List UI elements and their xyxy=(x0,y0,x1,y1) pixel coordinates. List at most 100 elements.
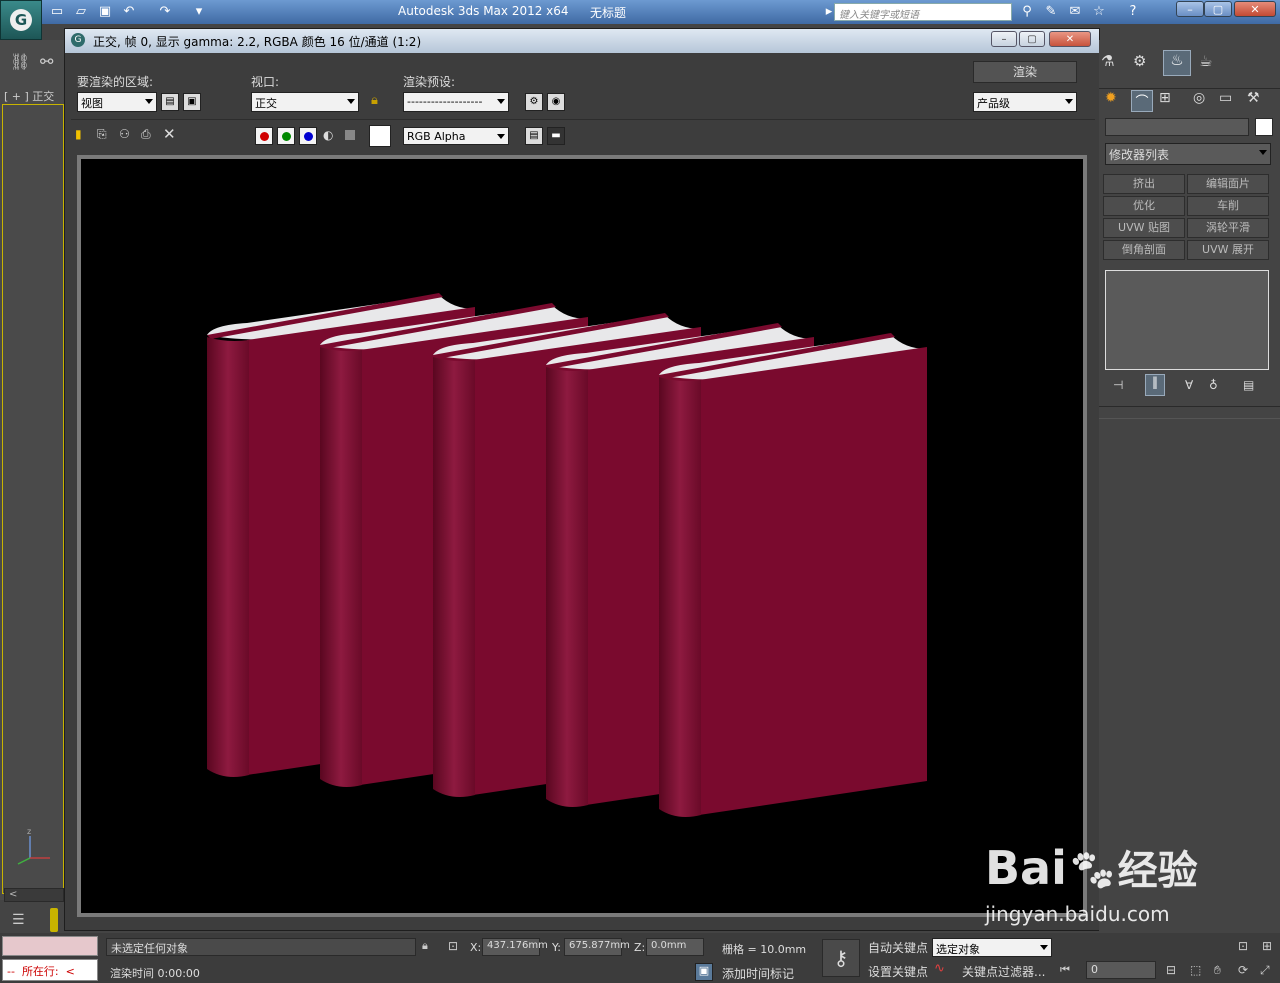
make-unique-icon[interactable]: ∀ xyxy=(1185,378,1201,394)
render-window-close-button[interactable]: ✕ xyxy=(1049,31,1091,47)
favorites-star-icon[interactable]: ☆ xyxy=(1090,3,1108,21)
help-icon[interactable]: ? xyxy=(1124,3,1142,21)
modifier-list-dropdown[interactable]: 修改器列表 xyxy=(1105,143,1271,165)
maxscript-mini-listener[interactable]: -- 所在行: < xyxy=(2,959,98,981)
blue-channel-toggle[interactable] xyxy=(299,127,317,145)
set-keys-key-icon[interactable]: ⚷ xyxy=(822,939,860,977)
environment-effects-icon[interactable]: ◉ xyxy=(547,93,565,111)
render-window-minimize-button[interactable]: – xyxy=(991,31,1017,47)
close-button[interactable]: ✕ xyxy=(1234,1,1276,17)
render-setup-icon[interactable]: ⚙ xyxy=(525,93,543,111)
z-coord-field[interactable]: 0.0mm xyxy=(646,938,704,956)
render-production-icon[interactable]: ♨ xyxy=(1163,50,1191,76)
render-setup-teapot-icon[interactable]: ⚙ xyxy=(1133,52,1155,74)
y-coord-field[interactable]: 675.877mm xyxy=(564,938,630,956)
zoom-region-icon[interactable]: ⊡ xyxy=(1238,939,1254,955)
red-channel-toggle[interactable] xyxy=(255,127,273,145)
display-panel-icon[interactable]: ▭ xyxy=(1219,90,1237,108)
maximize-button[interactable]: ▢ xyxy=(1204,1,1232,17)
configure-modifier-sets-icon[interactable]: ▤ xyxy=(1243,378,1259,394)
render-window-maximize-button[interactable]: ▢ xyxy=(1019,31,1045,47)
save-icon[interactable]: ▣ xyxy=(96,3,114,21)
zoom-all-icon[interactable]: ⊞ xyxy=(1262,939,1278,955)
binoculars-icon[interactable]: ⚲ xyxy=(1018,3,1036,21)
current-frame-field[interactable]: 0 xyxy=(1086,961,1156,979)
monochrome-icon[interactable] xyxy=(345,130,355,140)
search-input[interactable]: 键入关键字或短语 xyxy=(834,3,1012,21)
object-name-field[interactable] xyxy=(1105,118,1249,136)
mini-curve-editor-icon[interactable]: ☰ xyxy=(12,912,34,932)
quality-dropdown[interactable]: 产品级 xyxy=(973,92,1077,112)
pin-stack-icon[interactable]: ⊣ xyxy=(1113,378,1129,394)
curve-icon[interactable]: ∿ xyxy=(934,961,954,979)
viewport-dropdown[interactable]: 正交 xyxy=(251,92,359,112)
lock-icon[interactable]: 🔒︎ xyxy=(371,93,387,111)
modifier-button-edit-patch[interactable]: 编辑面片 xyxy=(1187,174,1269,194)
new-file-icon[interactable]: ▭ xyxy=(48,3,66,21)
time-slider-left-arrow[interactable]: < xyxy=(4,888,64,902)
time-config-icon[interactable]: ⊟ xyxy=(1166,963,1182,979)
area-to-render-dropdown[interactable]: 视图 xyxy=(77,92,157,112)
object-color-swatch[interactable] xyxy=(1255,118,1273,136)
go-to-start-icon[interactable]: ⏮ xyxy=(1060,963,1078,979)
selection-lock-icon[interactable]: 🔒︎ xyxy=(422,939,436,953)
modifier-button-lathe[interactable]: 车削 xyxy=(1187,196,1269,216)
redo-icon[interactable]: ↷ xyxy=(156,3,174,21)
utilities-panel-icon[interactable]: ⚒ xyxy=(1247,90,1265,108)
swatch-color-box[interactable] xyxy=(369,125,391,147)
orbit-icon[interactable]: ⟳ xyxy=(1238,963,1254,979)
customize-arrow-icon[interactable]: ▾ xyxy=(190,3,208,21)
time-tag-icon[interactable]: ▣ xyxy=(695,963,713,981)
show-end-result-icon[interactable]: ‖ xyxy=(1145,374,1165,396)
copy-image-icon[interactable]: ⎘ xyxy=(97,127,113,143)
clear-icon[interactable]: ✕ xyxy=(163,125,179,143)
edit-region-icon[interactable]: ▤ xyxy=(161,93,179,111)
hierarchy-panel-icon[interactable]: ⊞ xyxy=(1159,90,1177,108)
modifier-button-turbosmooth[interactable]: 涡轮平滑 xyxy=(1187,218,1269,238)
modifier-button-unwrap-uvw[interactable]: UVW 展开 xyxy=(1187,240,1269,260)
toggle-ui-overlay-icon[interactable]: ▤ xyxy=(525,127,543,145)
modifier-button-extrude[interactable]: 挤出 xyxy=(1103,174,1185,194)
motion-panel-icon[interactable]: ◎ xyxy=(1193,90,1211,108)
create-panel-icon[interactable]: ✹ xyxy=(1105,90,1123,108)
minimize-button[interactable]: – xyxy=(1176,1,1204,17)
toggle-ui-icon[interactable]: ▬ xyxy=(547,127,565,145)
render-teapot-icon[interactable]: ⚗ xyxy=(1101,52,1123,74)
modify-panel-icon[interactable]: ⌒ xyxy=(1131,90,1153,112)
key-mode-dropdown[interactable]: 选定对象 xyxy=(932,938,1052,957)
x-coord-field[interactable]: 437.176mm xyxy=(482,938,548,956)
zoom-extents-icon[interactable]: ⬚ xyxy=(1190,963,1206,979)
print-image-icon[interactable]: ⎙ xyxy=(141,127,157,143)
unlink-icon[interactable]: ⚯ xyxy=(40,52,62,74)
subscription-icon[interactable]: ✎ xyxy=(1042,3,1060,21)
viewport-label[interactable]: [ + ] 正交 xyxy=(4,88,54,104)
key-filters-button[interactable]: 关键点过滤器... xyxy=(962,963,1045,980)
communication-icon[interactable]: ✉ xyxy=(1066,3,1084,21)
absolute-mode-icon[interactable]: ⊡ xyxy=(448,939,462,953)
modifier-stack-list[interactable] xyxy=(1105,270,1269,370)
auto-key-button[interactable]: 自动关键点 xyxy=(868,939,928,956)
maxscript-listener-field[interactable] xyxy=(2,936,98,956)
modifier-button-optimize[interactable]: 优化 xyxy=(1103,196,1185,216)
green-channel-toggle[interactable] xyxy=(277,127,295,145)
clone-window-icon[interactable]: ⚇ xyxy=(119,127,135,143)
undo-icon[interactable]: ↶ xyxy=(120,3,138,21)
rendered-image[interactable] xyxy=(81,159,1083,913)
open-file-icon[interactable]: ▱ xyxy=(72,3,90,21)
remove-modifier-icon[interactable]: ♁ xyxy=(1209,378,1225,394)
render-iterative-icon[interactable]: ☕︎ xyxy=(1199,52,1221,74)
set-key-button[interactable]: 设置关键点 xyxy=(868,963,928,980)
pan-hand-icon[interactable]: ✋︎ xyxy=(1214,963,1230,979)
add-time-tag-label[interactable]: 添加时间标记 xyxy=(722,965,794,982)
alpha-channel-icon[interactable]: ◐ xyxy=(323,128,337,142)
time-slider-handle[interactable] xyxy=(50,908,58,932)
auto-region-icon[interactable]: ▣ xyxy=(183,93,201,111)
maximize-viewport-icon[interactable]: ⤢ xyxy=(1260,963,1276,979)
select-and-link-icon[interactable]: ⛓ xyxy=(10,52,32,74)
render-preset-dropdown[interactable]: ------------------- xyxy=(403,92,509,112)
display-channel-dropdown[interactable]: RGB Alpha xyxy=(403,127,509,145)
save-image-icon[interactable]: ▮ xyxy=(75,127,91,143)
app-menu-button[interactable]: G xyxy=(0,0,42,40)
render-button[interactable]: 渲染 xyxy=(973,61,1077,83)
modifier-button-uvw-map[interactable]: UVW 贴图 xyxy=(1103,218,1185,238)
